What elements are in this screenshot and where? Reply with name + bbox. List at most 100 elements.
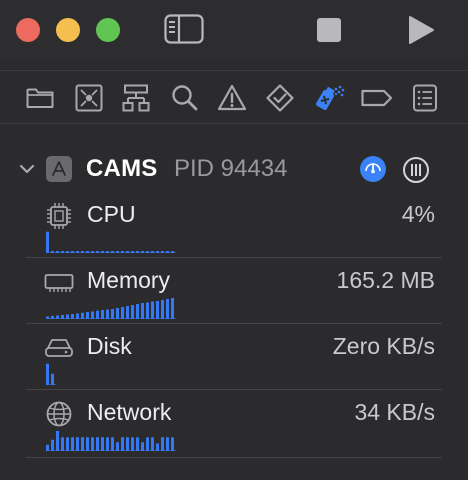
cpu-chip-icon [44,202,74,229]
graph-bar [131,305,134,319]
play-icon[interactable] [407,15,435,50]
graph-bar [101,251,104,253]
symbol-hierarchy-icon[interactable] [121,83,151,113]
gauge-icon[interactable] [360,156,386,182]
graph-bar [126,251,129,253]
graph-bar [131,437,134,451]
metric-label: Memory [87,267,171,293]
graph-bar [46,316,49,319]
graph-bar [61,437,64,451]
graph-bar [56,315,59,319]
graph-bar [106,251,109,253]
graph-bar [91,251,94,253]
graph-bar [86,312,89,319]
process-row[interactable]: CAMS PID 94434 [0,148,468,188]
graph-bar [116,442,119,451]
graph-bar [166,251,169,253]
breakpoint-tag-icon[interactable] [360,83,394,113]
sidebar-left-icon[interactable] [164,14,204,49]
graph-bar [141,251,144,253]
report-list-icon[interactable] [410,83,440,113]
graph-bar [136,251,139,253]
graph-bar [161,300,164,319]
graph-bar [156,443,159,451]
graph-bar [56,431,59,451]
graph-bar [146,302,149,319]
graph-bar [156,251,159,253]
metric-value: 34 KB/s [354,399,435,425]
metric-label: CPU [87,201,136,227]
metric-row-network[interactable]: Network 34 KB/s [0,396,468,458]
divider [26,457,442,458]
graph-bar [51,316,54,319]
graph-bar [81,251,84,253]
graph-bar [51,373,54,385]
chevron-down-icon[interactable] [18,160,36,178]
graph-bar [116,251,119,253]
cpu-usage-graph [46,231,176,253]
graph-bar [106,437,109,451]
warning-icon[interactable] [217,83,247,113]
metric-row-cpu[interactable]: CPU 4% [0,198,468,258]
globe-icon [44,400,74,427]
graph-bar [101,437,104,451]
graph-bar [171,298,174,319]
source-control-icon[interactable] [74,83,104,113]
debug-spray-icon[interactable] [312,83,345,113]
app-store-icon [46,156,72,182]
graph-bar [66,251,69,253]
graph-bar [171,437,174,451]
graph-bar [111,309,114,319]
graph-bar [71,251,74,253]
graph-bar [61,251,64,253]
zoom-button[interactable] [96,18,120,42]
divider [26,389,442,390]
threads-icon[interactable] [402,156,430,184]
graph-bar [56,251,59,253]
graph-bar [61,315,64,319]
graph-bar [166,299,169,319]
graph-bar [151,301,154,319]
graph-bar [86,251,89,253]
graph-bar [161,251,164,253]
metric-row-memory[interactable]: Memory 165.2 MB [0,264,468,324]
divider [26,257,442,258]
close-button[interactable] [16,18,40,42]
memory-usage-graph [46,298,176,319]
graph-bar [66,437,69,451]
graph-bar [46,231,49,253]
title-bar [0,0,468,62]
graph-bar [81,437,84,451]
metric-label: Disk [87,333,132,359]
graph-bar [166,437,169,451]
graph-bar [141,442,144,451]
graph-bar [111,251,114,253]
graph-bar [101,310,104,319]
test-diamond-icon[interactable] [265,83,295,113]
graph-bar [136,437,139,451]
graph-bar [151,437,154,451]
folder-icon[interactable] [25,83,55,113]
process-name: CAMS [86,155,158,182]
minimize-button[interactable] [56,18,80,42]
metric-value: Zero KB/s [332,333,435,359]
graph-bar [91,437,94,451]
disk-usage-graph [46,363,56,385]
disk-drive-icon [44,334,74,360]
graph-bar [131,251,134,253]
graph-bar [126,437,129,451]
graph-bar [76,251,79,253]
graph-bar [46,363,49,385]
process-pid: PID 94434 [174,155,288,182]
graph-bar [51,251,54,253]
stop-icon[interactable] [316,17,342,48]
graph-bar [86,437,89,451]
graph-bar [161,437,164,451]
graph-bar [96,251,99,253]
graph-bar [51,439,54,451]
graph-bar [116,308,119,319]
graph-bar [76,313,79,319]
metric-row-disk[interactable]: Disk Zero KB/s [0,330,468,390]
graph-bar [96,437,99,451]
search-icon[interactable] [170,83,200,113]
